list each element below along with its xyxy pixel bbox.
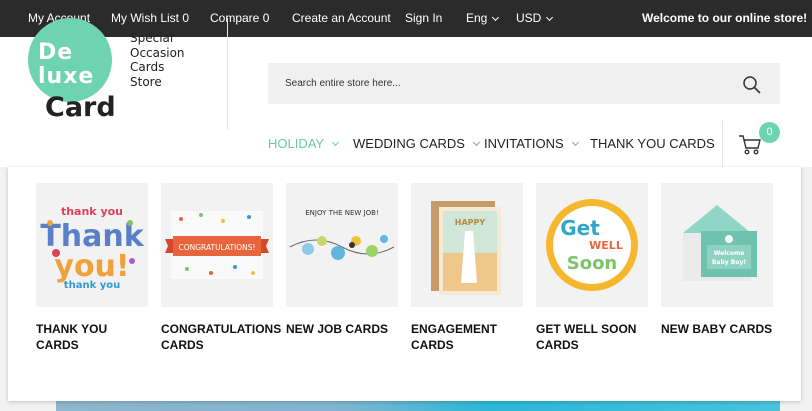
language-label: Eng (466, 11, 488, 25)
category-label: GET WELL SOON CARDS (536, 322, 637, 352)
category-label: NEW BABY CARDS (661, 322, 773, 336)
svg-text:WELL: WELL (589, 239, 623, 252)
divider (722, 121, 723, 167)
cart-icon[interactable] (738, 134, 762, 156)
chevron-down-icon (571, 138, 579, 147)
category-thumbnail: CONGRATULATIONS! (161, 183, 273, 307)
svg-text:CONGRATULATIONS!: CONGRATULATIONS! (178, 243, 255, 252)
wish-list-link[interactable]: My Wish List 0 (111, 11, 189, 25)
create-account-link[interactable]: Create an Account (292, 11, 391, 25)
logo-text: luxe (38, 64, 95, 89)
category-thumbnail: HAPPY (411, 183, 523, 307)
nav-label: WEDDING CARDS (353, 136, 465, 151)
top-bar: My Account My Wish List 0 Compare 0 Crea… (0, 0, 812, 37)
welcome-message: Welcome to our online store! (642, 11, 808, 25)
nav-item-thank-you-cards[interactable]: THANK YOU CARDS (590, 136, 715, 151)
svg-text:Welcome: Welcome (714, 250, 745, 257)
search-input[interactable] (268, 63, 738, 104)
tagline-line: Occasion (130, 45, 185, 60)
nav-item-holiday[interactable]: HOLIDAY (268, 136, 340, 151)
nav-item-wedding-cards[interactable]: WEDDING CARDS (353, 136, 480, 151)
nav-label: INVITATIONS (484, 136, 564, 151)
new-baby-card-image: Welcome Baby Boy! (661, 183, 773, 307)
svg-text:Soon: Soon (567, 253, 618, 274)
cart-count-badge: 0 (759, 122, 780, 143)
nav-label: HOLIDAY (268, 136, 325, 151)
new-job-card-image: ENJOY THE NEW JOB! (286, 183, 398, 307)
svg-text:thank you: thank you (61, 205, 123, 218)
logo-text: De (38, 40, 74, 65)
engagement-card-image: HAPPY (411, 183, 523, 307)
divider (227, 18, 228, 130)
tagline-line: Special (130, 31, 174, 45)
congratulations-card-image: CONGRATULATIONS! (161, 183, 273, 307)
get-well-soon-card-image: Get WELL Soon (536, 183, 648, 307)
language-switcher[interactable]: Eng (466, 11, 500, 25)
chevron-down-icon (492, 13, 500, 22)
store-tagline: Special Occasion Cards Store (130, 31, 185, 89)
currency-label: USD (516, 11, 542, 25)
category-thumbnail: Get WELL Soon (536, 183, 648, 307)
category-card-get-well-soon[interactable]: Get WELL Soon GET WELL SOON CARDS (536, 183, 648, 353)
category-card-thank-you[interactable]: thank you Thank you! thank you THANK YOU… (36, 183, 148, 353)
search-icon[interactable] (742, 75, 762, 95)
compare-link[interactable]: Compare 0 (210, 11, 269, 25)
category-label: THANK YOU CARDS (36, 322, 108, 352)
category-label: ENGAGEMENT CARDS (411, 322, 498, 352)
tagline-line: Cards (130, 60, 165, 74)
sign-in-link[interactable]: Sign In (405, 11, 442, 25)
thank-you-card-image: thank you Thank you! thank you (36, 183, 148, 307)
category-card-new-job[interactable]: ENJOY THE NEW JOB! NEW JOB CARDS (286, 183, 398, 337)
category-card-new-baby[interactable]: Welcome Baby Boy! NEW BABY CARDS (661, 183, 773, 337)
currency-switcher[interactable]: USD (516, 11, 554, 25)
category-card-engagement[interactable]: HAPPY ENGAGEMENT CARDS (411, 183, 523, 353)
category-label: NEW JOB CARDS (286, 322, 389, 336)
nav-label: THANK YOU CARDS (590, 136, 715, 151)
chevron-down-icon (332, 138, 340, 147)
category-label: CONGRATULATIONS CARDS (161, 322, 282, 352)
search-box (268, 63, 780, 104)
chevron-down-icon (472, 138, 480, 147)
tagline-line: Store (130, 74, 162, 89)
svg-text:thank you: thank you (64, 280, 120, 291)
nav-item-invitations[interactable]: INVITATIONS (484, 136, 579, 151)
category-thumbnail: ENJOY THE NEW JOB! (286, 183, 398, 307)
logo-text: Card (45, 92, 116, 123)
category-thumbnail: Welcome Baby Boy! (661, 183, 773, 307)
category-card-congratulations[interactable]: CONGRATULATIONS! CONGRATULATIONS CARDS (161, 183, 282, 353)
svg-text:HAPPY: HAPPY (455, 218, 486, 227)
category-thumbnail: thank you Thank you! thank you (36, 183, 148, 307)
svg-text:Get: Get (560, 216, 600, 240)
svg-text:Baby Boy!: Baby Boy! (712, 259, 746, 266)
svg-text:ENJOY THE NEW JOB!: ENJOY THE NEW JOB! (305, 209, 379, 217)
svg-text:you!: you! (54, 249, 129, 284)
chevron-down-icon (546, 13, 554, 22)
